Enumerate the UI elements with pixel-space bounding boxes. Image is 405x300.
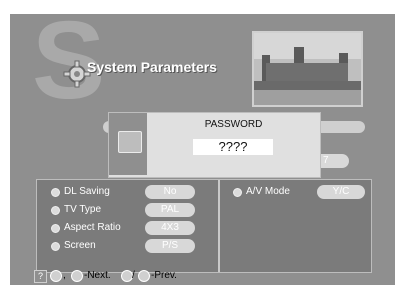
setting-label: Aspect Ratio — [64, 222, 121, 233]
setting-bullet — [51, 206, 60, 215]
setting-bullet — [51, 224, 60, 233]
help-footer: ? , -Next. / -Prev. — [34, 268, 364, 284]
password-field[interactable]: ???? — [193, 139, 273, 155]
setting-value[interactable]: Y/C — [317, 185, 365, 199]
circle-button-icon — [71, 270, 83, 282]
building-photo-illustration — [254, 33, 361, 105]
setting-label: A/V Mode — [246, 186, 290, 197]
footer-prev: -Prev. — [151, 270, 177, 281]
password-title: PASSWORD — [204, 119, 263, 130]
setting-value[interactable]: No — [145, 185, 195, 199]
password-dialog: PASSWORD ???? — [108, 112, 321, 178]
circle-button-icon — [50, 270, 62, 282]
panel-divider — [218, 180, 220, 272]
setting-row-dl-saving[interactable]: DL Saving No — [51, 185, 211, 199]
setting-value[interactable]: P/S — [145, 239, 195, 253]
setting-value[interactable]: PAL — [145, 203, 195, 217]
setting-bullet — [233, 188, 242, 197]
setting-label: Screen — [64, 240, 96, 251]
setting-bullet — [51, 188, 60, 197]
footer-slash: / — [132, 270, 135, 281]
frame-left — [0, 14, 10, 285]
page-title: System Parameters — [87, 59, 217, 75]
frame-right — [395, 14, 405, 285]
circle-button-icon — [138, 270, 150, 282]
setting-row-aspect-ratio[interactable]: Aspect Ratio 4X3 — [51, 221, 211, 235]
frame-top — [0, 0, 405, 14]
password-dialog-sidebar — [109, 113, 147, 175]
setting-row-av-mode[interactable]: A/V Mode Y/C — [233, 185, 365, 199]
setting-row-screen[interactable]: Screen P/S — [51, 239, 211, 253]
header-photo — [252, 31, 363, 107]
help-icon: ? — [34, 270, 47, 283]
setting-label: TV Type — [64, 204, 102, 215]
setting-value[interactable]: 4X3 — [145, 221, 195, 235]
tv-screen: S System Parameters 7 PASSWORD ???? DL S… — [10, 14, 395, 285]
setting-bullet — [51, 242, 60, 251]
setting-row-tv-type[interactable]: TV Type PAL — [51, 203, 211, 217]
frame-bottom — [0, 285, 405, 300]
footer-sep: , — [63, 270, 66, 281]
setting-label: DL Saving — [64, 186, 110, 197]
footer-next: -Next. — [84, 270, 111, 281]
settings-panel: DL Saving No TV Type PAL Aspect Ratio 4X… — [36, 179, 372, 273]
lock-icon — [118, 131, 142, 153]
